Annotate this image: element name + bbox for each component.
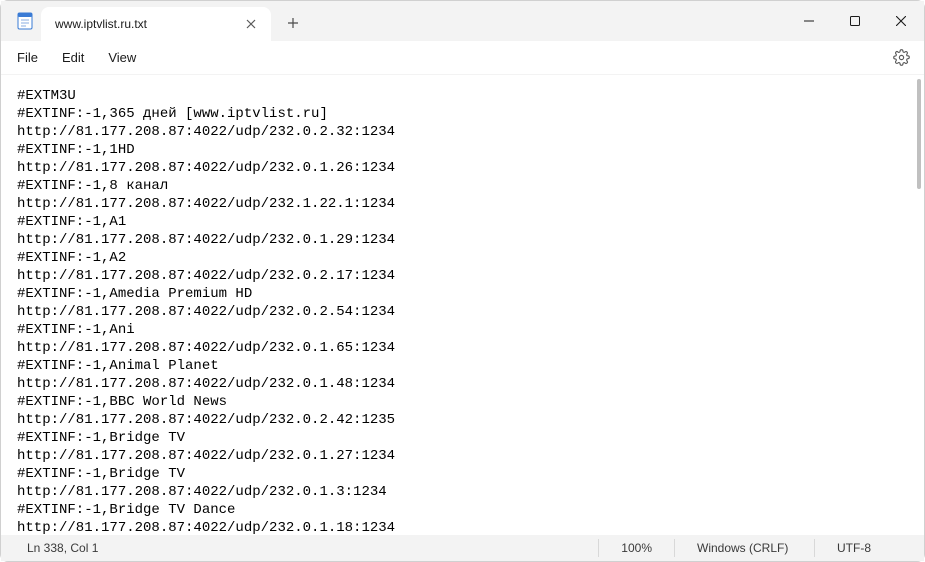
tab-close-button[interactable] (241, 14, 261, 34)
status-position[interactable]: Ln 338, Col 1 (27, 541, 598, 555)
text-content[interactable]: #EXTM3U #EXTINF:-1,365 дней [www.iptvlis… (1, 75, 912, 535)
status-zoom[interactable]: 100% (598, 539, 674, 557)
settings-button[interactable] (884, 43, 918, 73)
menu-edit[interactable]: Edit (50, 44, 96, 71)
file-tab[interactable]: www.iptvlist.ru.txt (41, 7, 271, 41)
titlebar: www.iptvlist.ru.txt (1, 1, 924, 41)
notepad-app-icon (15, 11, 35, 31)
window-controls (786, 1, 924, 41)
statusbar: Ln 338, Col 1 100% Windows (CRLF) UTF-8 (1, 535, 924, 561)
tab-title: www.iptvlist.ru.txt (55, 17, 241, 31)
minimize-button[interactable] (786, 1, 832, 41)
menubar: File Edit View (1, 41, 924, 75)
editor-area: #EXTM3U #EXTINF:-1,365 дней [www.iptvlis… (1, 75, 924, 535)
maximize-button[interactable] (832, 1, 878, 41)
menu-view[interactable]: View (96, 44, 148, 71)
status-line-ending[interactable]: Windows (CRLF) (674, 539, 814, 557)
scrollbar-thumb[interactable] (917, 79, 921, 189)
new-tab-button[interactable] (275, 8, 311, 38)
menu-file[interactable]: File (5, 44, 50, 71)
close-button[interactable] (878, 1, 924, 41)
status-encoding[interactable]: UTF-8 (814, 539, 914, 557)
